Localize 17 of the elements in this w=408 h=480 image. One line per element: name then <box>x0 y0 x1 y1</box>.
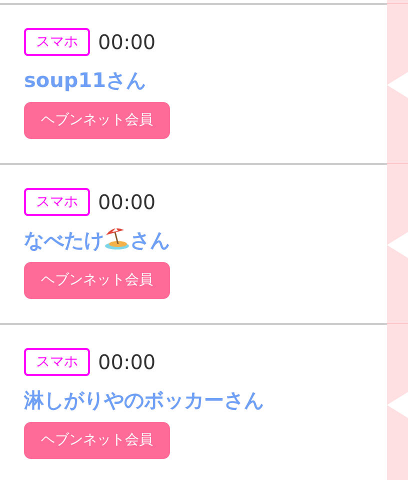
user-name: なべたけ <box>24 228 104 252</box>
time-text: 00:00 <box>98 349 156 376</box>
member-button[interactable]: ヘブンネット会員 <box>24 262 170 299</box>
pointer-icon <box>387 232 408 258</box>
device-tag: スマホ <box>24 188 90 216</box>
member-button[interactable]: ヘブンネット会員 <box>24 102 170 139</box>
user-name: さん <box>130 228 170 252</box>
time-text: 00:00 <box>98 189 156 216</box>
device-tag: スマホ <box>24 348 90 376</box>
beach-umbrella-icon <box>104 226 130 250</box>
pointer-icon <box>387 392 408 418</box>
user-name: 淋しがりやのボッカーさん <box>24 387 265 414</box>
member-button[interactable]: ヘブンネット会員 <box>24 422 170 459</box>
pointer-icon <box>387 72 408 98</box>
time-text: 00:00 <box>98 29 156 56</box>
user-name: soup11さん <box>24 67 148 94</box>
device-tag: スマホ <box>24 28 90 56</box>
